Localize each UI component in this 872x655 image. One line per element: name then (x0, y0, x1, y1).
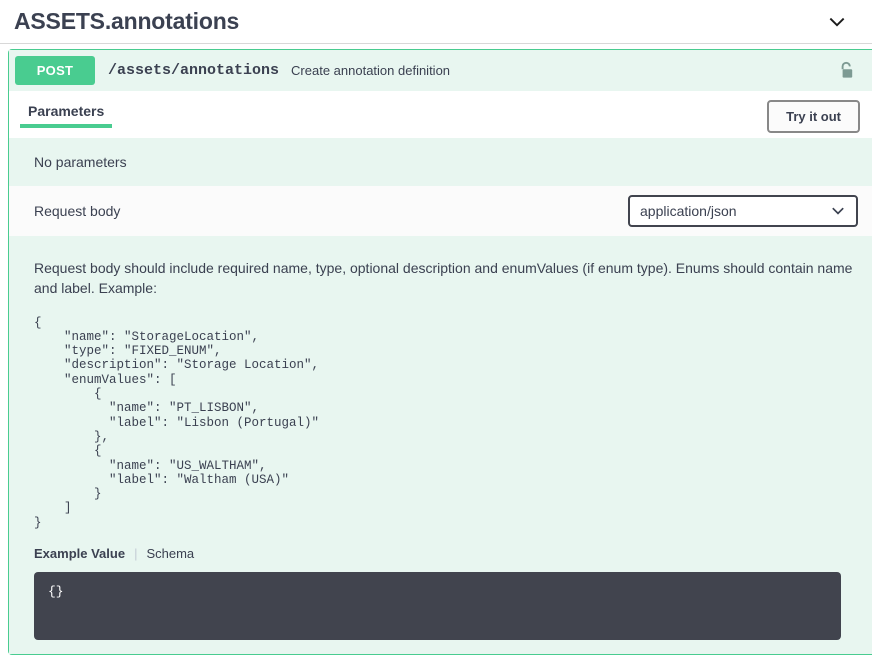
media-type-selected-value: application/json (640, 203, 737, 219)
request-body-editor-value: {} (48, 584, 827, 599)
operation-body: Parameters Try it out No parameters Requ… (9, 91, 872, 654)
request-body-example-code: { "name": "StorageLocation", "type": "FI… (34, 316, 856, 530)
no-parameters-row: No parameters (9, 138, 872, 186)
tab-separator: | (134, 546, 146, 561)
request-body-row: Request body application/json (9, 186, 872, 236)
request-body-description: Request body should include required nam… (34, 258, 856, 299)
page-title: ASSETS.annotations (14, 8, 239, 35)
operation-path: /assets/annotations (108, 62, 279, 79)
example-schema-tabs: Example Value | Schema (34, 546, 856, 561)
tag-header[interactable]: ASSETS.annotations (0, 0, 872, 44)
unlocked-padlock-icon[interactable] (836, 60, 858, 82)
operation-block-post-assets-annotations: POST /assets/annotations Create annotati… (8, 49, 872, 655)
tab-schema[interactable]: Schema (146, 546, 194, 561)
try-it-out-button[interactable]: Try it out (767, 100, 860, 133)
media-type-select[interactable]: application/json (628, 195, 858, 227)
padlock-glyph (838, 61, 856, 81)
tab-example-value[interactable]: Example Value (34, 546, 134, 561)
no-parameters-text: No parameters (34, 154, 127, 170)
tab-parameters[interactable]: Parameters (20, 103, 104, 128)
chevron-down-icon[interactable] (824, 9, 850, 35)
http-method-badge: POST (15, 56, 95, 85)
parameters-section-header: Parameters Try it out (9, 91, 872, 138)
operation-summary-row[interactable]: POST /assets/annotations Create annotati… (9, 50, 872, 91)
request-body-label: Request body (34, 203, 120, 219)
chevron-down-glyph (826, 11, 848, 33)
chevron-down-icon (830, 203, 846, 219)
request-body-content: Request body should include required nam… (9, 236, 872, 654)
request-body-editor[interactable]: {} (34, 572, 841, 640)
operation-summary-text: Create annotation definition (291, 63, 828, 78)
